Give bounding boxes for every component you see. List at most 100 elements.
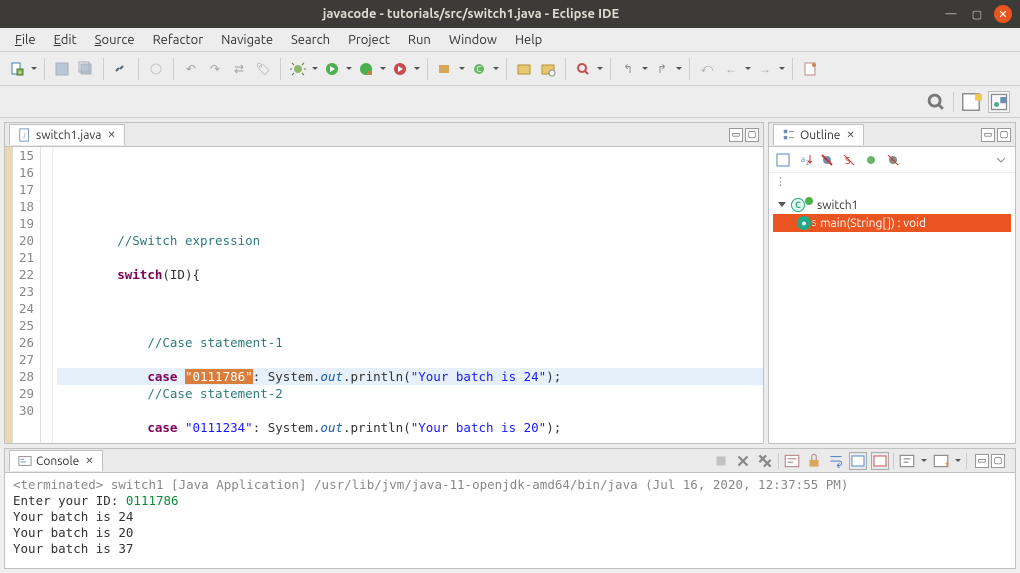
remove-all-icon[interactable]	[756, 452, 774, 470]
ext-tools-icon[interactable]	[389, 58, 411, 80]
static-decorator-icon: S	[812, 219, 816, 228]
new-package-icon[interactable]	[434, 58, 456, 80]
scroll-lock-icon[interactable]	[805, 452, 823, 470]
svg-text:+: +	[944, 458, 949, 468]
perspective-toolbar	[0, 86, 1020, 118]
back-icon[interactable]: ←	[720, 58, 742, 80]
outline-pane: Outline ✕ ▭ ▢ az S ⋮ C switch1	[768, 122, 1016, 444]
pin-icon[interactable]	[799, 58, 821, 80]
menu-project[interactable]: Project	[339, 30, 399, 50]
new-package-dropdown[interactable]	[458, 58, 466, 80]
terminated-label: <terminated>	[13, 477, 103, 492]
svg-text:J: J	[23, 133, 26, 140]
redo-icon[interactable]: ↷	[204, 58, 226, 80]
sort-icon[interactable]: az	[797, 152, 813, 168]
console-process-label: switch1 [Java Application] /usr/lib/jvm/…	[103, 477, 848, 492]
editor-tabs: J switch1.java ✕ ▭ ▢	[5, 123, 763, 147]
pin-console-icon[interactable]	[898, 452, 916, 470]
minimize-button[interactable]: —	[942, 5, 960, 23]
annotation-next-icon[interactable]: ↱	[651, 58, 673, 80]
editor-tab-close-icon[interactable]: ✕	[107, 129, 115, 141]
outline-method-row[interactable]: ● S main(String[]) : void	[773, 214, 1011, 232]
run-dropdown[interactable]	[345, 58, 353, 80]
save-all-icon[interactable]	[75, 58, 97, 80]
quick-access-icon[interactable]	[925, 91, 947, 113]
hide-local-icon[interactable]	[885, 152, 901, 168]
hide-fields-icon[interactable]	[819, 152, 835, 168]
coverage-icon[interactable]	[355, 58, 377, 80]
java-perspective-icon[interactable]	[988, 91, 1010, 113]
editor-maximize-icon[interactable]: ▢	[745, 128, 759, 142]
clear-console-icon[interactable]	[783, 452, 801, 470]
run-icon[interactable]	[321, 58, 343, 80]
console-maximize-icon[interactable]: ▢	[991, 454, 1005, 468]
build-icon[interactable]	[145, 58, 167, 80]
new-icon[interactable]: +	[6, 58, 28, 80]
outline-maximize-icon[interactable]: ▢	[997, 128, 1011, 142]
console-minimize-icon[interactable]: ▭	[975, 454, 989, 468]
console-output[interactable]: <terminated> switch1 [Java Application] …	[5, 473, 1015, 568]
console-toolbar: + ▭ ▢	[712, 450, 1015, 472]
new-class-dropdown[interactable]	[492, 58, 500, 80]
display-selected-icon[interactable]: +	[932, 452, 950, 470]
remove-launch-icon[interactable]	[734, 452, 752, 470]
outline-tab-close-icon[interactable]: ✕	[846, 129, 854, 141]
open-task-icon[interactable]	[537, 58, 559, 80]
menu-window[interactable]: Window	[440, 30, 506, 50]
outline-tab[interactable]: Outline ✕	[773, 124, 864, 145]
view-menu-icon[interactable]	[993, 152, 1009, 168]
tag-icon[interactable]: 🏷	[252, 58, 274, 80]
code-content[interactable]: //Switch expression switch(ID){ //Case s…	[53, 147, 763, 443]
search-dialog-dropdown[interactable]	[596, 58, 604, 80]
coverage-dropdown[interactable]	[379, 58, 387, 80]
outline-class-row[interactable]: C switch1	[773, 196, 1011, 214]
console-tab[interactable]: Console ✕	[9, 450, 103, 471]
debug-icon[interactable]	[287, 58, 309, 80]
new-dropdown[interactable]	[30, 58, 38, 80]
outline-minimize-icon[interactable]: ▭	[981, 128, 995, 142]
ext-tools-dropdown[interactable]	[413, 58, 421, 80]
save-icon[interactable]	[51, 58, 73, 80]
show-stderr-icon[interactable]	[871, 452, 889, 470]
debug-dropdown[interactable]	[311, 58, 319, 80]
new-class-icon[interactable]: C	[468, 58, 490, 80]
menu-help[interactable]: Help	[506, 30, 551, 50]
svg-text:a: a	[801, 155, 805, 164]
editor-minimize-icon[interactable]: ▭	[729, 128, 743, 142]
terminate-icon[interactable]	[712, 452, 730, 470]
annotation-prev-icon[interactable]: ↰	[617, 58, 639, 80]
close-button[interactable]: ✕	[994, 5, 1012, 23]
window-titlebar: javacode - tutorials/src/switch1.java - …	[0, 0, 1020, 28]
outline-menu-icon[interactable]: ⋮	[769, 173, 1015, 190]
editor-tab-switch1[interactable]: J switch1.java ✕	[9, 124, 125, 145]
java-file-icon: J	[18, 128, 32, 142]
word-wrap-icon[interactable]	[827, 452, 845, 470]
maximize-button[interactable]: ▢	[968, 5, 986, 23]
menu-search[interactable]: Search	[282, 30, 339, 50]
link-icon[interactable]	[110, 58, 132, 80]
last-edit-icon[interactable]: ⤺	[696, 58, 718, 80]
menu-source[interactable]: Source	[86, 30, 144, 50]
outline-method-label: main(String[]) : void	[820, 217, 926, 230]
tree-expand-icon[interactable]	[777, 200, 787, 210]
console-tab-close-icon[interactable]: ✕	[85, 455, 93, 467]
undo-icon[interactable]: ↶	[180, 58, 202, 80]
menu-navigate[interactable]: Navigate	[212, 30, 282, 50]
open-perspective-icon[interactable]	[960, 91, 982, 113]
switch-icon[interactable]: ⇄	[228, 58, 250, 80]
search-dialog-icon[interactable]	[572, 58, 594, 80]
focus-icon[interactable]	[775, 152, 791, 168]
outline-icon	[782, 128, 796, 142]
menu-refactor[interactable]: Refactor	[144, 30, 213, 50]
code-editor[interactable]: 15161718192021222324252627282930 //Switc…	[5, 147, 763, 443]
menu-edit[interactable]: Edit	[45, 30, 86, 50]
open-type-icon[interactable]	[513, 58, 535, 80]
hide-nonpublic-icon[interactable]	[863, 152, 879, 168]
menu-run[interactable]: Run	[399, 30, 440, 50]
hide-static-icon[interactable]: S	[841, 152, 857, 168]
forward-icon[interactable]: →	[754, 58, 776, 80]
show-console-icon[interactable]	[849, 452, 867, 470]
menu-file[interactable]: File	[6, 30, 45, 50]
console-user-input: 0111786	[126, 493, 179, 508]
outline-toolbar: az S	[769, 147, 1015, 173]
